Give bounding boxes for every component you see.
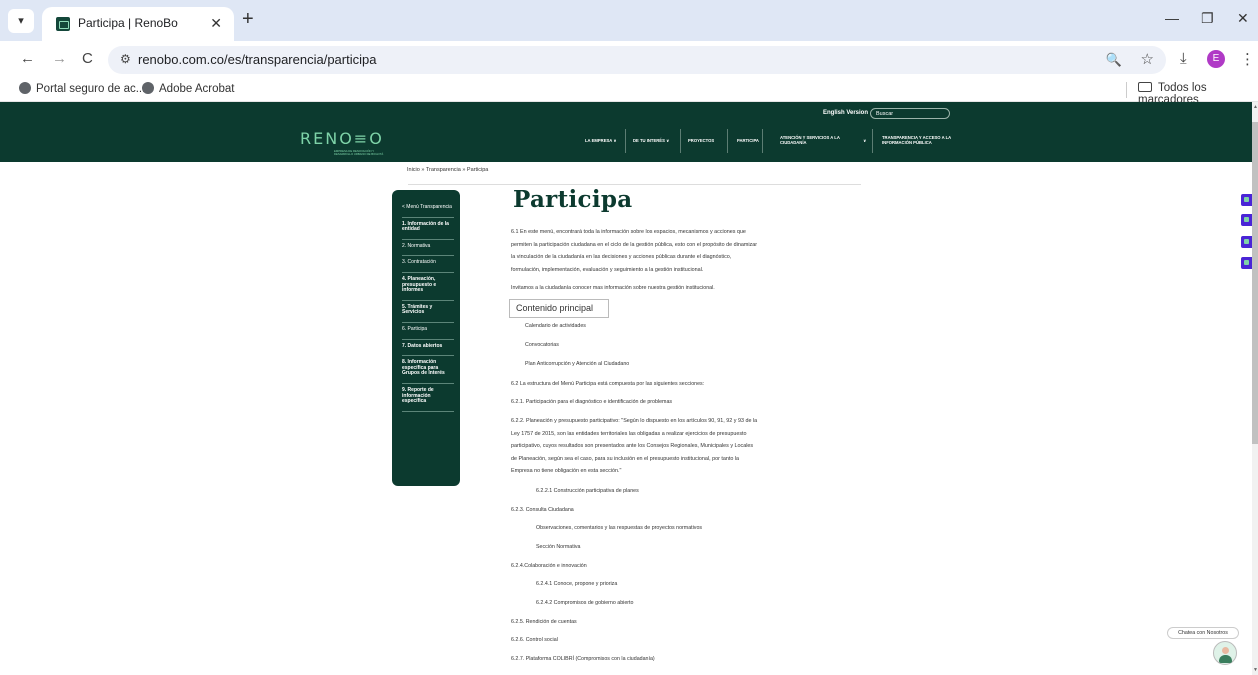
restore-icon[interactable]: ❐ [1201, 10, 1214, 27]
logo-text: RENO≡O [300, 129, 384, 148]
bookmarks-divider [1126, 82, 1127, 98]
globe-icon [19, 82, 31, 94]
contenido-principal-heading: Contenido principal [509, 299, 609, 318]
link-6-2-1[interactable]: 6.2.1. Participación para el diagnóstico… [511, 399, 672, 405]
link-seccion-normativa[interactable]: Sección Normativa [536, 544, 580, 550]
renobo-logo[interactable]: RENO≡O EMPRESA DE RENOVACIÓN Y DESARROLL… [300, 129, 384, 156]
chat-label[interactable]: Chatea con Nosotros [1167, 627, 1239, 639]
scrollbar-thumb[interactable] [1252, 122, 1258, 444]
link-plan-anticorrupcion[interactable]: Plan Anticorrupción y Atención al Ciudad… [525, 361, 629, 367]
font-increase-icon[interactable] [1241, 236, 1252, 248]
close-window-icon[interactable]: ✕ [1237, 10, 1249, 27]
nav-transparencia[interactable]: TRANSPARENCIA Y ACCESO A LA INFORMACIÓN … [882, 135, 960, 145]
back-icon[interactable]: ← [20, 50, 35, 67]
side-menu-item-datos-abiertos[interactable]: 7. Datos abiertos [402, 340, 454, 357]
english-version-link[interactable]: English Version [823, 110, 868, 116]
chrome-menu-icon[interactable]: ⋮ [1240, 50, 1255, 68]
profile-avatar[interactable]: E [1207, 50, 1225, 68]
globe-icon [142, 82, 154, 94]
page-scrollbar[interactable]: ▲ ▼ [1252, 102, 1258, 675]
minimize-icon[interactable]: — [1165, 10, 1179, 26]
folder-icon [1138, 82, 1152, 92]
nav-divider [762, 129, 763, 153]
link-6-2-6[interactable]: 6.2.6. Control social [511, 637, 558, 643]
bookmarks-bar: Portal seguro de ac... Adobe Acrobat Tod… [0, 78, 1258, 106]
link-6-2-3[interactable]: 6.2.3. Consulta Ciudadana [511, 507, 574, 513]
new-tab-icon[interactable]: + [242, 9, 254, 29]
link-6-2-5[interactable]: 6.2.5. Rendición de cuentas [511, 619, 577, 625]
bookmark-portal[interactable]: Portal seguro de ac... [19, 82, 145, 95]
forward-icon[interactable]: → [52, 50, 67, 67]
tab-title: Participa | RenoBo [78, 16, 178, 30]
browser-tab[interactable]: Participa | RenoBo ✕ [42, 7, 234, 41]
side-menu-item-normativa[interactable]: 2. Normativa [402, 240, 454, 257]
link-convocatorias[interactable]: Convocatorias [525, 342, 559, 348]
nav-divider [727, 129, 728, 153]
side-menu-back[interactable]: < Menú Transparencia [402, 204, 454, 218]
bookmark-star-icon[interactable]: ☆ [1141, 50, 1154, 68]
link-6-2-7[interactable]: 6.2.7. Plataforma COLIBRÍ (Compromisos c… [511, 656, 655, 662]
invite-text: Invitamos a la ciudadanía conocer mas in… [511, 285, 715, 291]
site-header: English Version Buscar RENO≡O EMPRESA DE… [0, 102, 1252, 162]
link-6-2-2-1[interactable]: 6.2.2.1 Construcción participativa de pl… [536, 488, 639, 494]
reload-icon[interactable]: C [82, 50, 93, 67]
nav-divider [680, 129, 681, 153]
transparency-side-menu: < Menú Transparencia 1. Información de l… [392, 190, 460, 486]
address-bar[interactable]: ⚙ renobo.com.co/es/transparencia/partici… [108, 46, 1166, 74]
link-6-2-4-2[interactable]: 6.2.4.2 Compromisos de gobierno abierto [536, 600, 633, 606]
nav-participa[interactable]: PARTICIPA [737, 138, 759, 143]
structure-intro: 6.2 La estructura del Menú Participa est… [511, 381, 705, 387]
site-search-input[interactable]: Buscar [870, 108, 950, 119]
side-menu-item-informacion-entidad[interactable]: 1. Información de la entidad [402, 218, 454, 240]
bookmark-adobe-acrobat[interactable]: Adobe Acrobat [142, 82, 234, 95]
nav-divider [625, 129, 626, 153]
breadcrumb-divider [408, 184, 861, 185]
nav-atencion-ciudadania[interactable]: ATENCIÓN Y SERVICIOS A LA CIUDADANÍA [780, 135, 850, 145]
link-calendario[interactable]: Calendario de actividades [525, 323, 586, 329]
link-observaciones[interactable]: Observaciones, comentarios y las respues… [536, 525, 702, 531]
page-title: Participa [513, 186, 633, 213]
contrast-toggle-icon[interactable] [1241, 194, 1252, 206]
breadcrumb[interactable]: Inicio » Transparencia » Participa [407, 167, 488, 173]
download-icon[interactable]: ⤓ [1180, 50, 1187, 67]
close-tab-icon[interactable]: ✕ [210, 15, 222, 32]
side-menu-item-tramites[interactable]: 5. Trámites y Servicios [402, 301, 454, 323]
zoom-icon[interactable]: 🔍 [1106, 52, 1122, 68]
side-menu-item-planeacion[interactable]: 4. Planeación, presupuesto e informes [402, 273, 454, 301]
nav-la-empresa[interactable]: LA EMPRESA ∨ [585, 138, 617, 143]
link-6-2-4[interactable]: 6.2.4.Colaboración e innovación [511, 563, 587, 569]
scroll-down-icon[interactable]: ▼ [1253, 667, 1258, 673]
side-menu-item-contratacion[interactable]: 3. Contratación [402, 256, 454, 273]
browser-toolbar: ← → C ⚙ renobo.com.co/es/transparencia/p… [0, 41, 1258, 78]
nav-divider [872, 129, 873, 153]
scroll-up-icon[interactable]: ▲ [1253, 104, 1258, 110]
font-decrease-icon[interactable] [1241, 214, 1252, 226]
logo-subtitle: EMPRESA DE RENOVACIÓN Y DESARROLLO URBAN… [334, 149, 384, 157]
side-menu-item-reporte[interactable]: 9. Reporte de información específica [402, 384, 454, 412]
accessibility-icon[interactable] [1241, 257, 1252, 269]
browser-tab-bar: ▾ Participa | RenoBo ✕ + — ❐ ✕ [0, 0, 1258, 41]
site-info-icon[interactable]: ⚙ [120, 52, 131, 66]
url-text[interactable]: renobo.com.co/es/transparencia/participa [138, 52, 376, 67]
nav-de-tu-interes[interactable]: DE TU INTERÉS ∨ [633, 138, 669, 143]
chat-avatar-icon[interactable] [1213, 641, 1237, 665]
tab-list-chevron-icon[interactable]: ▾ [8, 9, 34, 33]
chevron-down-icon[interactable]: ∨ [863, 138, 866, 143]
section-6-2-2: 6.2.2. Planeación y presupuesto particip… [511, 418, 758, 474]
side-menu-item-grupos-interes[interactable]: 8. Información específica para Grupos de… [402, 356, 454, 384]
nav-proyectos[interactable]: PROYECTOS [688, 138, 714, 143]
link-6-2-4-1[interactable]: 6.2.4.1 Conoce, propone y prioriza [536, 581, 617, 587]
renobo-favicon-icon [56, 17, 70, 31]
intro-paragraph: 6.1 En este menú, encontrará toda la inf… [511, 229, 758, 273]
side-menu-item-participa[interactable]: 6. Participa [402, 323, 454, 340]
